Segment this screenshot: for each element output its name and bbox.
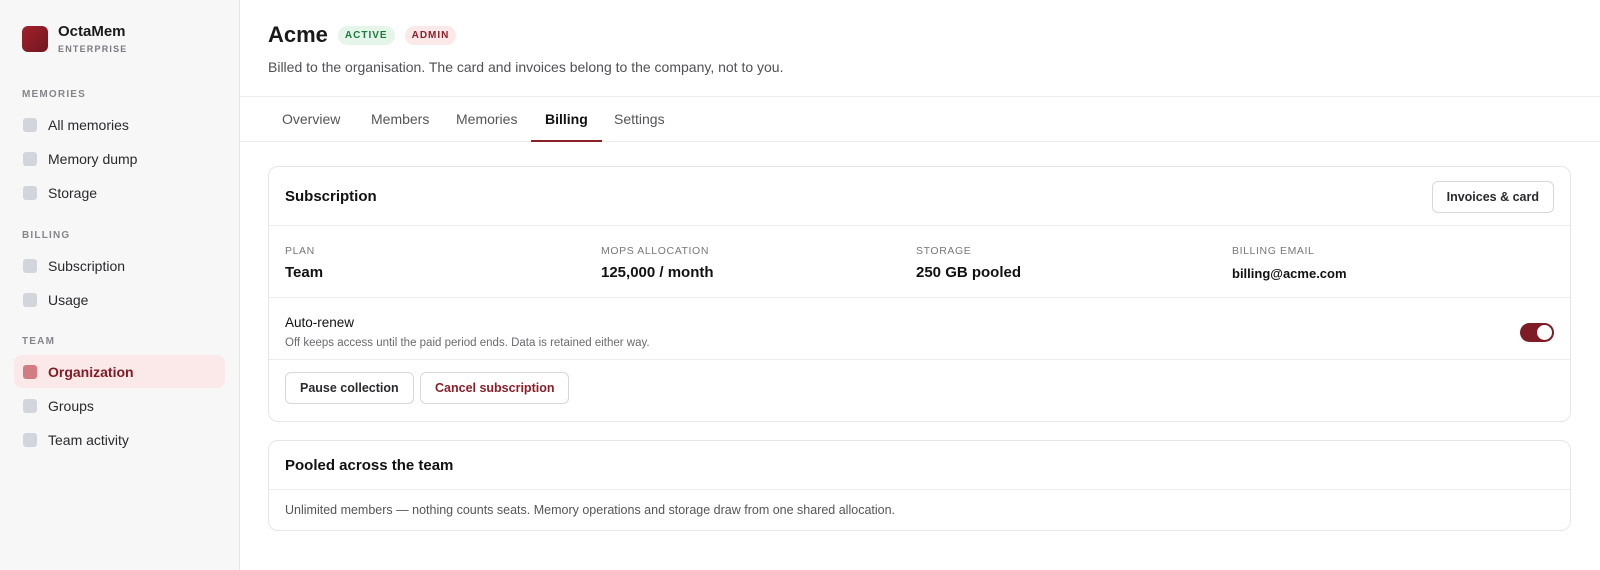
divider [269,297,1570,298]
brand-tier: ENTERPRISE [58,44,128,54]
stat-label: BILLING EMAIL [1232,245,1315,257]
divider [269,359,1570,360]
auto-renew-title: Auto-renew [285,315,355,330]
sidebar-item-label: Usage [48,291,89,308]
auto-renew-toggle[interactable] [1520,323,1554,342]
stat-value: 125,000 / month [601,264,714,281]
tab-overview[interactable]: Overview [268,97,354,142]
square-icon [23,151,37,166]
pooled-title: Pooled across the team [285,457,454,474]
divider [269,225,1570,226]
sidebar-item-all-memories[interactable]: All memories [14,108,225,141]
stat-value: billing@acme.com [1232,266,1347,281]
stat-label: STORAGE [916,245,972,257]
sidebar-item-subscription[interactable]: Subscription [14,249,225,282]
sidebar-item-label: Storage [48,184,98,201]
status-badge: ACTIVE [337,25,395,45]
sidebar-item-groups[interactable]: Groups [14,389,225,422]
toggle-knob [1537,325,1552,340]
stat-mops-allocation: MOPS ALLOCATION 125,000 / month [601,245,714,281]
square-icon [23,292,37,307]
subscription-title: Subscription [285,188,377,205]
page-subtitle: Billed to the organisation. The card and… [268,59,784,75]
divider [269,489,1570,490]
auto-renew-description: Off keeps access until the paid period e… [285,337,650,349]
brand[interactable]: OctaMem ENTERPRISE [22,24,128,54]
sidebar-item-usage[interactable]: Usage [14,283,225,316]
sidebar-item-storage[interactable]: Storage [14,176,225,209]
square-icon [23,398,37,413]
section-title-memories: MEMORIES [22,89,87,100]
section-title-team: TEAM [22,336,56,347]
stat-billing-email: BILLING EMAIL billing@acme.com [1232,245,1347,281]
stat-value: 250 GB pooled [916,264,1022,281]
title-row: Acme ACTIVE ADMIN [268,22,457,48]
square-icon [23,258,37,273]
main-content: Acme ACTIVE ADMIN Billed to the organisa… [240,0,1600,570]
pooled-description: Unlimited members — nothing counts seats… [285,503,896,517]
sidebar: OctaMem ENTERPRISE MEMORIES All memories… [0,0,240,570]
cancel-subscription-button[interactable]: Cancel subscription [420,372,570,404]
invoices-card-button[interactable]: Invoices & card [1431,181,1554,213]
tab-members[interactable]: Members [357,97,443,142]
tab-settings[interactable]: Settings [600,97,679,142]
octamem-logo-icon [22,26,48,52]
sidebar-item-organization[interactable]: Organization [14,355,225,388]
subscription-card: Subscription Invoices & card PLAN Team M… [268,166,1571,422]
tab-bar: Overview Members Memories Billing Settin… [240,96,1600,142]
pause-collection-button[interactable]: Pause collection [285,372,414,404]
stat-label: MOPS ALLOCATION [601,245,709,257]
pooled-card: Pooled across the team Unlimited members… [268,440,1571,531]
sidebar-item-label: Groups [48,397,94,414]
role-badge: ADMIN [404,25,457,45]
tab-memories[interactable]: Memories [442,97,531,142]
square-icon [23,185,37,200]
tab-billing[interactable]: Billing [531,97,602,142]
page-title: Acme [268,22,328,47]
sidebar-item-label: Organization [48,363,134,380]
square-icon [23,117,37,132]
sidebar-item-label: All memories [48,116,129,133]
stat-value: Team [285,264,324,281]
sidebar-item-label: Team activity [48,431,129,448]
sidebar-item-label: Memory dump [48,150,138,167]
square-icon [23,364,37,379]
sidebar-item-label: Subscription [48,257,126,274]
stat-label: PLAN [285,245,315,257]
brand-name: OctaMem [58,23,126,40]
square-icon [23,432,37,447]
section-title-billing: BILLING [22,230,71,241]
stat-storage: STORAGE 250 GB pooled [916,245,1021,281]
stat-plan: PLAN Team [285,245,323,281]
sidebar-item-memory-dump[interactable]: Memory dump [14,142,225,175]
sidebar-item-team-activity[interactable]: Team activity [14,423,225,456]
